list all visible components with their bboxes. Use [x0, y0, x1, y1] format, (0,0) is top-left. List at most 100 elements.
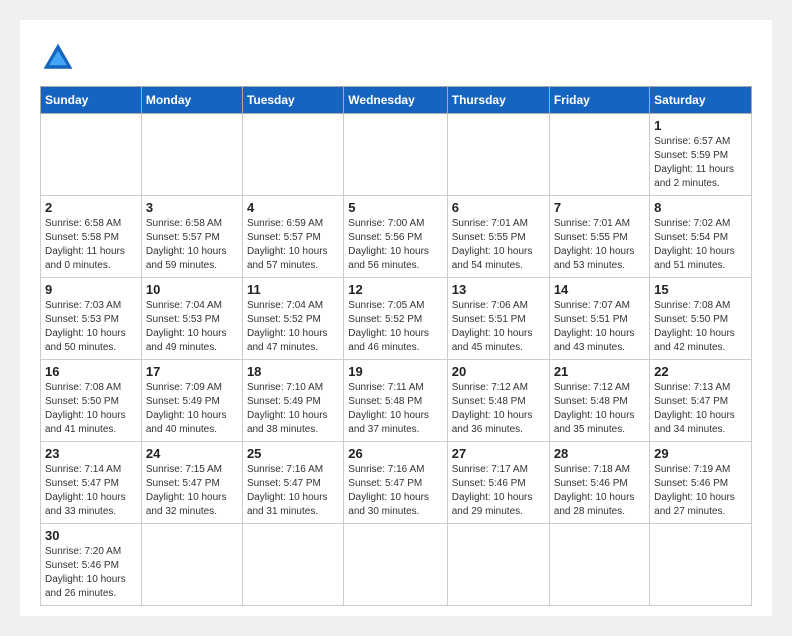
calendar-cell: 21 Sunrise: 7:12 AMSunset: 5:48 PMDayligh…	[549, 360, 649, 442]
weekday-header-thursday: Thursday	[447, 87, 549, 114]
calendar-cell	[41, 114, 142, 196]
calendar-cell: 27 Sunrise: 7:17 AMSunset: 5:46 PMDayligh…	[447, 442, 549, 524]
weekday-header-wednesday: Wednesday	[344, 87, 447, 114]
calendar-cell: 15 Sunrise: 7:08 AMSunset: 5:50 PMDayligh…	[650, 278, 752, 360]
day-info: Sunrise: 6:57 AMSunset: 5:59 PMDaylight:…	[654, 135, 747, 191]
week-row-2: 2Sunrise: 6:58 AMSunset: 5:58 PMDaylight…	[41, 196, 752, 278]
weekday-header-friday: Friday	[549, 87, 649, 114]
week-row-3: 9Sunrise: 7:03 AMSunset: 5:53 PMDaylight…	[41, 278, 752, 360]
day-number: 4	[247, 200, 339, 215]
calendar-cell: 5 Sunrise: 7:00 AMSunset: 5:56 PMDaylight…	[344, 196, 447, 278]
day-number: 29	[654, 446, 747, 461]
calendar-page: SundayMondayTuesdayWednesdayThursdayFrid…	[20, 20, 772, 616]
day-number: 18	[247, 364, 339, 379]
calendar-cell	[242, 524, 343, 606]
day-info: Sunrise: 7:11 AMSunset: 5:48 PMDaylight:…	[348, 381, 442, 437]
day-number: 7	[554, 200, 645, 215]
weekday-header-tuesday: Tuesday	[242, 87, 343, 114]
day-info: Sunrise: 7:04 AMSunset: 5:52 PMDaylight:…	[247, 299, 339, 355]
day-info: Sunrise: 7:14 AMSunset: 5:47 PMDaylight:…	[45, 463, 137, 519]
calendar-cell: 11 Sunrise: 7:04 AMSunset: 5:52 PMDayligh…	[242, 278, 343, 360]
calendar-cell: 28 Sunrise: 7:18 AMSunset: 5:46 PMDayligh…	[549, 442, 649, 524]
day-number: 26	[348, 446, 442, 461]
day-info: Sunrise: 7:12 AMSunset: 5:48 PMDaylight:…	[452, 381, 545, 437]
calendar-cell: 25Sunrise: 7:16 AMSunset: 5:47 PMDayligh…	[242, 442, 343, 524]
week-row-6: 30 Sunrise: 7:20 AMSunset: 5:46 PMDayligh…	[41, 524, 752, 606]
day-info: Sunrise: 7:07 AMSunset: 5:51 PMDaylight:…	[554, 299, 645, 355]
weekday-header-row: SundayMondayTuesdayWednesdayThursdayFrid…	[41, 87, 752, 114]
calendar-cell: 29 Sunrise: 7:19 AMSunset: 5:46 PMDayligh…	[650, 442, 752, 524]
calendar-cell: 2Sunrise: 6:58 AMSunset: 5:58 PMDaylight…	[41, 196, 142, 278]
calendar-cell: 12Sunrise: 7:05 AMSunset: 5:52 PMDayligh…	[344, 278, 447, 360]
day-number: 24	[146, 446, 238, 461]
calendar-cell: 23Sunrise: 7:14 AMSunset: 5:47 PMDayligh…	[41, 442, 142, 524]
day-number: 10	[146, 282, 238, 297]
calendar-cell: 13 Sunrise: 7:06 AMSunset: 5:51 PMDayligh…	[447, 278, 549, 360]
calendar-cell	[447, 114, 549, 196]
day-number: 30	[45, 528, 137, 543]
day-info: Sunrise: 7:18 AMSunset: 5:46 PMDaylight:…	[554, 463, 645, 519]
weekday-header-sunday: Sunday	[41, 87, 142, 114]
header	[40, 40, 752, 76]
day-info: Sunrise: 7:08 AMSunset: 5:50 PMDaylight:…	[45, 381, 137, 437]
calendar-cell: 3 Sunrise: 6:58 AMSunset: 5:57 PMDaylight…	[141, 196, 242, 278]
day-number: 1	[654, 118, 747, 133]
calendar-cell	[650, 524, 752, 606]
week-row-4: 16Sunrise: 7:08 AMSunset: 5:50 PMDayligh…	[41, 360, 752, 442]
day-number: 28	[554, 446, 645, 461]
calendar-cell: 7 Sunrise: 7:01 AMSunset: 5:55 PMDaylight…	[549, 196, 649, 278]
day-number: 27	[452, 446, 545, 461]
calendar-cell: 8Sunrise: 7:02 AMSunset: 5:54 PMDaylight…	[650, 196, 752, 278]
logo	[40, 40, 80, 76]
calendar-cell: 16Sunrise: 7:08 AMSunset: 5:50 PMDayligh…	[41, 360, 142, 442]
calendar-cell	[549, 114, 649, 196]
day-number: 17	[146, 364, 238, 379]
calendar-cell: 9Sunrise: 7:03 AMSunset: 5:53 PMDaylight…	[41, 278, 142, 360]
week-row-5: 23Sunrise: 7:14 AMSunset: 5:47 PMDayligh…	[41, 442, 752, 524]
day-info: Sunrise: 7:02 AMSunset: 5:54 PMDaylight:…	[654, 217, 747, 273]
day-number: 2	[45, 200, 137, 215]
weekday-header-saturday: Saturday	[650, 87, 752, 114]
calendar-cell	[141, 524, 242, 606]
day-number: 21	[554, 364, 645, 379]
day-number: 12	[348, 282, 442, 297]
calendar-cell: 1 Sunrise: 6:57 AMSunset: 5:59 PMDaylight…	[650, 114, 752, 196]
calendar-cell: 14Sunrise: 7:07 AMSunset: 5:51 PMDayligh…	[549, 278, 649, 360]
day-info: Sunrise: 7:01 AMSunset: 5:55 PMDaylight:…	[554, 217, 645, 273]
day-info: Sunrise: 6:59 AMSunset: 5:57 PMDaylight:…	[247, 217, 339, 273]
calendar-cell	[242, 114, 343, 196]
day-number: 19	[348, 364, 442, 379]
day-info: Sunrise: 7:06 AMSunset: 5:51 PMDaylight:…	[452, 299, 545, 355]
day-info: Sunrise: 7:20 AMSunset: 5:46 PMDaylight:…	[45, 545, 137, 601]
day-info: Sunrise: 7:09 AMSunset: 5:49 PMDaylight:…	[146, 381, 238, 437]
day-info: Sunrise: 7:03 AMSunset: 5:53 PMDaylight:…	[45, 299, 137, 355]
calendar-cell: 30 Sunrise: 7:20 AMSunset: 5:46 PMDayligh…	[41, 524, 142, 606]
day-number: 5	[348, 200, 442, 215]
day-info: Sunrise: 7:04 AMSunset: 5:53 PMDaylight:…	[146, 299, 238, 355]
logo-icon	[40, 40, 76, 76]
day-number: 15	[654, 282, 747, 297]
day-number: 20	[452, 364, 545, 379]
day-info: Sunrise: 7:08 AMSunset: 5:50 PMDaylight:…	[654, 299, 747, 355]
day-number: 13	[452, 282, 545, 297]
calendar-cell: 22Sunrise: 7:13 AMSunset: 5:47 PMDayligh…	[650, 360, 752, 442]
day-info: Sunrise: 7:19 AMSunset: 5:46 PMDaylight:…	[654, 463, 747, 519]
day-info: Sunrise: 6:58 AMSunset: 5:57 PMDaylight:…	[146, 217, 238, 273]
day-info: Sunrise: 7:12 AMSunset: 5:48 PMDaylight:…	[554, 381, 645, 437]
day-number: 22	[654, 364, 747, 379]
day-info: Sunrise: 7:00 AMSunset: 5:56 PMDaylight:…	[348, 217, 442, 273]
calendar-cell: 4 Sunrise: 6:59 AMSunset: 5:57 PMDaylight…	[242, 196, 343, 278]
calendar-table: SundayMondayTuesdayWednesdayThursdayFrid…	[40, 86, 752, 606]
calendar-cell: 18 Sunrise: 7:10 AMSunset: 5:49 PMDayligh…	[242, 360, 343, 442]
calendar-cell: 24Sunrise: 7:15 AMSunset: 5:47 PMDayligh…	[141, 442, 242, 524]
day-info: Sunrise: 7:10 AMSunset: 5:49 PMDaylight:…	[247, 381, 339, 437]
calendar-cell	[141, 114, 242, 196]
day-number: 3	[146, 200, 238, 215]
calendar-cell: 10 Sunrise: 7:04 AMSunset: 5:53 PMDayligh…	[141, 278, 242, 360]
day-info: Sunrise: 7:17 AMSunset: 5:46 PMDaylight:…	[452, 463, 545, 519]
calendar-cell	[344, 114, 447, 196]
calendar-cell	[344, 524, 447, 606]
day-number: 11	[247, 282, 339, 297]
calendar-cell: 26Sunrise: 7:16 AMSunset: 5:47 PMDayligh…	[344, 442, 447, 524]
day-info: Sunrise: 7:16 AMSunset: 5:47 PMDaylight:…	[247, 463, 339, 519]
